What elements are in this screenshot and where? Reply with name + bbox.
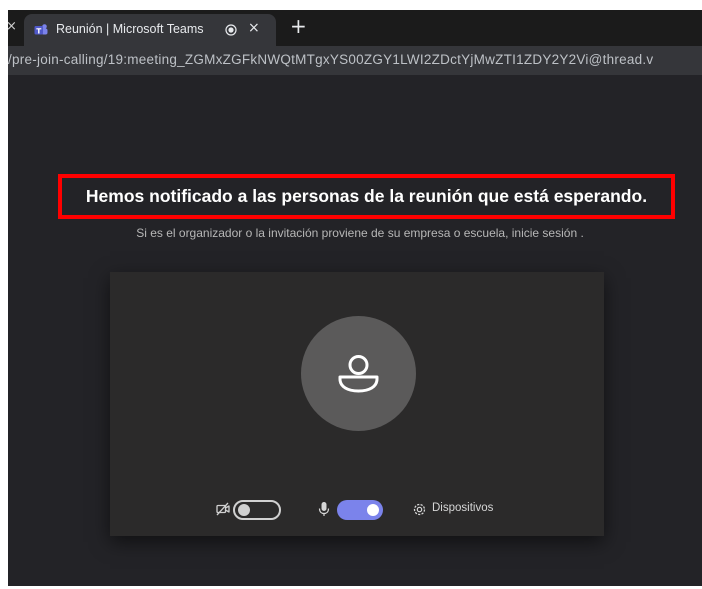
- camera-toggle-knob: [238, 504, 250, 516]
- new-tab-button[interactable]: +: [290, 14, 307, 38]
- devices-button[interactable]: Dispositivos: [432, 502, 493, 514]
- url-text[interactable]: /pre-join-calling/19:meeting_ZGMxZGFkNWQ…: [8, 52, 653, 67]
- avatar: [301, 316, 416, 431]
- person-icon: [338, 355, 379, 393]
- address-bar[interactable]: /pre-join-calling/19:meeting_ZGMxZGFkNWQ…: [8, 46, 702, 75]
- tab-strip: × Reunión | Microsoft Teams × +: [8, 10, 702, 46]
- camera-off-icon[interactable]: [216, 502, 230, 516]
- recording-indicator-icon: [225, 24, 237, 36]
- sign-in-hint[interactable]: Si es el organizador o la invitación pro…: [8, 226, 702, 240]
- tab-close-button[interactable]: ×: [248, 20, 260, 36]
- highlight-box: [58, 174, 675, 219]
- camera-toggle[interactable]: [233, 500, 281, 520]
- video-preview: Dispositivos: [110, 272, 604, 536]
- microphone-icon[interactable]: [318, 501, 330, 517]
- microphone-toggle[interactable]: [337, 500, 383, 520]
- previous-tab-close-button[interactable]: ×: [8, 19, 17, 34]
- gear-icon[interactable]: [412, 502, 427, 517]
- teams-icon: [34, 24, 48, 35]
- microphone-toggle-knob: [367, 504, 379, 516]
- media-controls: Dispositivos: [110, 499, 604, 521]
- tab-title: Reunión | Microsoft Teams: [56, 22, 204, 36]
- browser-window: × Reunión | Microsoft Teams × + /pre-joi…: [8, 10, 702, 586]
- tab-teams-meeting[interactable]: Reunión | Microsoft Teams ×: [24, 14, 276, 46]
- prejoin-screen: Hemos notificado a las personas de la re…: [8, 75, 702, 586]
